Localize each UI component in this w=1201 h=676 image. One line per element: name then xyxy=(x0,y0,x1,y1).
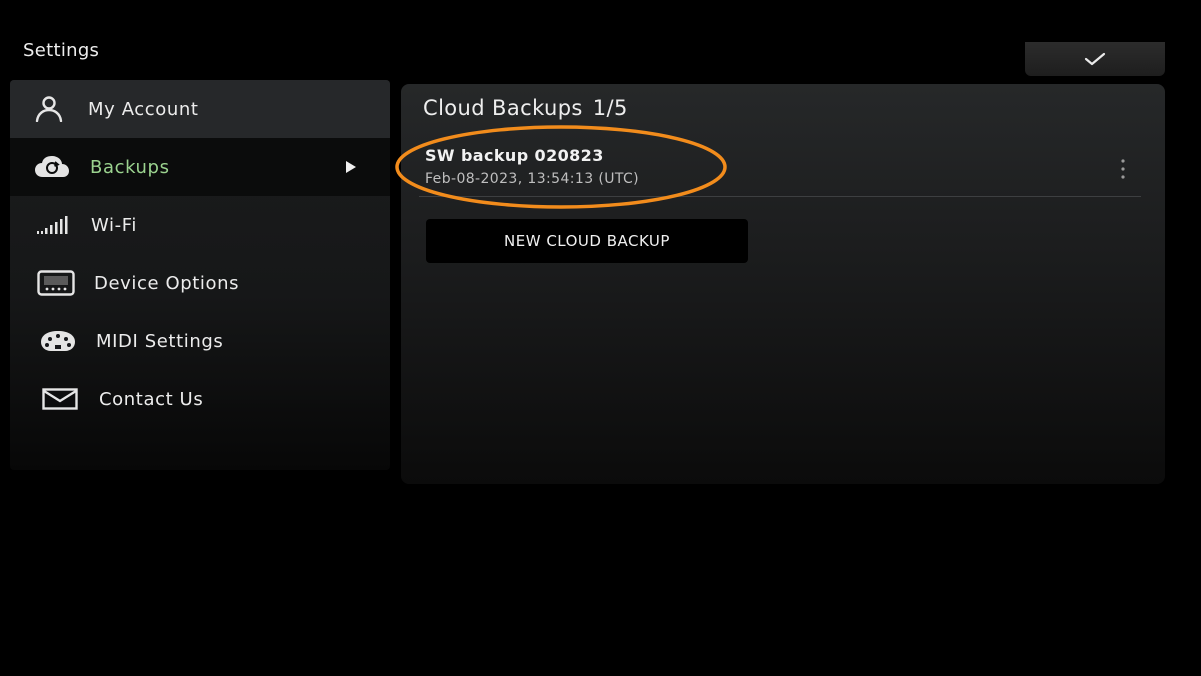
sidebar-item-backups[interactable]: Backups xyxy=(10,138,390,196)
checkmark-icon xyxy=(1084,52,1106,66)
backup-count: 1/5 xyxy=(592,96,628,120)
page-title: Settings xyxy=(23,40,100,61)
backup-timestamp: Feb-08-2023, 13:54:13 (UTC) xyxy=(425,171,640,187)
sidebar-item-midi-settings[interactable]: MIDI Settings xyxy=(10,312,390,370)
new-cloud-backup-button[interactable]: NEW CLOUD BACKUP xyxy=(426,219,748,263)
sidebar-item-contact-us[interactable]: Contact Us xyxy=(10,370,390,428)
settings-sidebar: My Account Backups Wi-Fi Device Options … xyxy=(10,80,390,470)
settings-screen: Settings My Account Backups Wi-Fi Device… xyxy=(0,0,1201,676)
backup-list-item[interactable]: SW backup 020823 Feb-08-2023, 13:54:13 (… xyxy=(401,140,1141,197)
midi-icon xyxy=(40,330,76,352)
more-options-icon[interactable] xyxy=(1115,156,1131,182)
device-icon xyxy=(37,270,75,296)
sidebar-item-label: My Account xyxy=(88,98,199,120)
sidebar-item-label: MIDI Settings xyxy=(96,330,224,352)
cloud-sync-icon xyxy=(34,155,70,179)
sidebar-item-my-account[interactable]: My Account xyxy=(10,80,390,138)
mail-icon xyxy=(42,388,78,410)
wifi-signal-icon xyxy=(36,215,72,235)
backup-name: SW backup 020823 xyxy=(425,146,604,165)
sidebar-item-label: Device Options xyxy=(94,272,240,294)
row-divider xyxy=(419,196,1141,197)
confirm-button[interactable] xyxy=(1025,42,1165,76)
sidebar-item-label: Wi-Fi xyxy=(91,214,137,236)
chevron-right-icon xyxy=(346,161,356,173)
panel-title-text: Cloud Backups xyxy=(423,96,583,120)
sidebar-item-device-options[interactable]: Device Options xyxy=(10,254,390,312)
panel-title: Cloud Backups 1/5 xyxy=(423,96,628,120)
user-icon xyxy=(34,96,64,122)
sidebar-item-label: Backups xyxy=(90,156,170,178)
cloud-backups-panel: Cloud Backups 1/5 SW backup 020823 Feb-08… xyxy=(401,84,1165,484)
sidebar-item-wifi[interactable]: Wi-Fi xyxy=(10,196,390,254)
sidebar-item-label: Contact Us xyxy=(99,388,204,410)
